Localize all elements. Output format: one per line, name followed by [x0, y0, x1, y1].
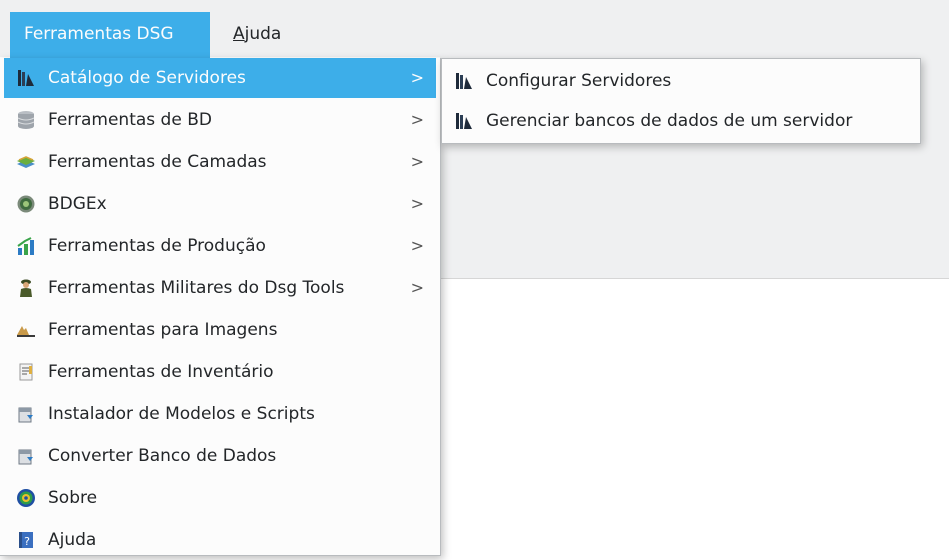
menu-item-label: BDGEx: [48, 194, 107, 214]
menu-item-label: Ferramentas para Imagens: [48, 320, 278, 340]
menu-item-label: Configurar Servidores: [486, 71, 672, 91]
menubar-mnemonic: A: [233, 24, 245, 44]
menu-item-label: Sobre: [48, 488, 98, 508]
menu-item-instalador-modelos[interactable]: Instalador de Modelos e Scripts: [4, 394, 436, 434]
menu-item-converter-banco[interactable]: Converter Banco de Dados: [4, 436, 436, 476]
menu-item-ferramentas-producao[interactable]: Ferramentas de Produção >: [4, 226, 436, 266]
menu-item-label: Ferramentas Militares do Dsg Tools: [48, 278, 345, 298]
menu-item-label: Ajuda: [48, 530, 97, 550]
menubar-item-ferramentas-dsg[interactable]: Ferramentas DSG: [10, 12, 210, 58]
catalogo-servidores-submenu: Configurar Servidores Gerenciar bancos d…: [441, 58, 921, 144]
submenu-arrow-icon: >: [410, 68, 424, 87]
convert-database-icon: [18, 449, 33, 465]
menu-item-label: Ferramentas de Camadas: [48, 152, 267, 172]
menubar-label-rest: juda: [244, 24, 282, 44]
about-target-icon: [17, 489, 35, 507]
soldier-icon: [20, 279, 32, 297]
menu-item-ferramentas-camadas[interactable]: Ferramentas de Camadas >: [4, 142, 436, 182]
server-catalog-icon: [456, 73, 472, 89]
help-book-icon: ?: [19, 532, 33, 548]
database-icon: [17, 111, 35, 129]
inventory-document-icon: [19, 363, 33, 381]
menu-item-ferramentas-militares[interactable]: Ferramentas Militares do Dsg Tools >: [4, 268, 436, 308]
menu-item-configurar-servidores[interactable]: Configurar Servidores: [446, 61, 916, 101]
bdgex-globe-icon: [17, 195, 35, 213]
submenu-arrow-icon: >: [410, 152, 424, 171]
menu-item-label: Ferramentas de Produção: [48, 236, 266, 256]
layers-icon: [17, 156, 35, 168]
menu-item-gerenciar-bancos[interactable]: Gerenciar bancos de dados de um servidor: [446, 101, 916, 141]
server-catalog-icon: [18, 70, 34, 86]
submenu-arrow-icon: >: [410, 278, 424, 297]
menu-item-label: Gerenciar bancos de dados de um servidor: [486, 111, 853, 131]
menu-item-label: Catálogo de Servidores: [48, 68, 246, 88]
server-catalog-icon: [456, 113, 472, 129]
menu-item-bdgex[interactable]: BDGEx >: [4, 184, 436, 224]
submenu-arrow-icon: >: [410, 194, 424, 213]
menu-item-catalogo-servidores[interactable]: Catálogo de Servidores >: [4, 58, 436, 98]
production-chart-icon: [17, 237, 34, 255]
svg-text:?: ?: [24, 535, 30, 548]
submenu-arrow-icon: >: [410, 110, 424, 129]
menu-item-ajuda[interactable]: ? Ajuda: [4, 520, 436, 560]
menu-item-ferramentas-inventario[interactable]: Ferramentas de Inventário: [4, 352, 436, 392]
submenu-arrow-icon: >: [410, 236, 424, 255]
image-profile-icon: [17, 326, 35, 337]
menubar-label: Ferramentas DSG: [24, 24, 174, 44]
menu-item-ferramentas-bd[interactable]: Ferramentas de BD >: [4, 100, 436, 140]
menu-item-label: Converter Banco de Dados: [48, 446, 277, 466]
menubar-item-ajuda[interactable]: Ajuda: [219, 12, 295, 57]
dsg-tools-menu: Catálogo de Servidores > Ferramentas de …: [0, 58, 441, 556]
menu-bar: Ferramentas DSG Ajuda: [0, 0, 949, 58]
menu-item-label: Ferramentas de BD: [48, 110, 212, 130]
menu-item-ferramentas-imagens[interactable]: Ferramentas para Imagens: [4, 310, 436, 350]
menu-item-sobre[interactable]: Sobre: [4, 478, 436, 518]
menu-item-label: Instalador de Modelos e Scripts: [48, 404, 315, 424]
menu-item-label: Ferramentas de Inventário: [48, 362, 274, 382]
installer-icon: [18, 407, 33, 423]
